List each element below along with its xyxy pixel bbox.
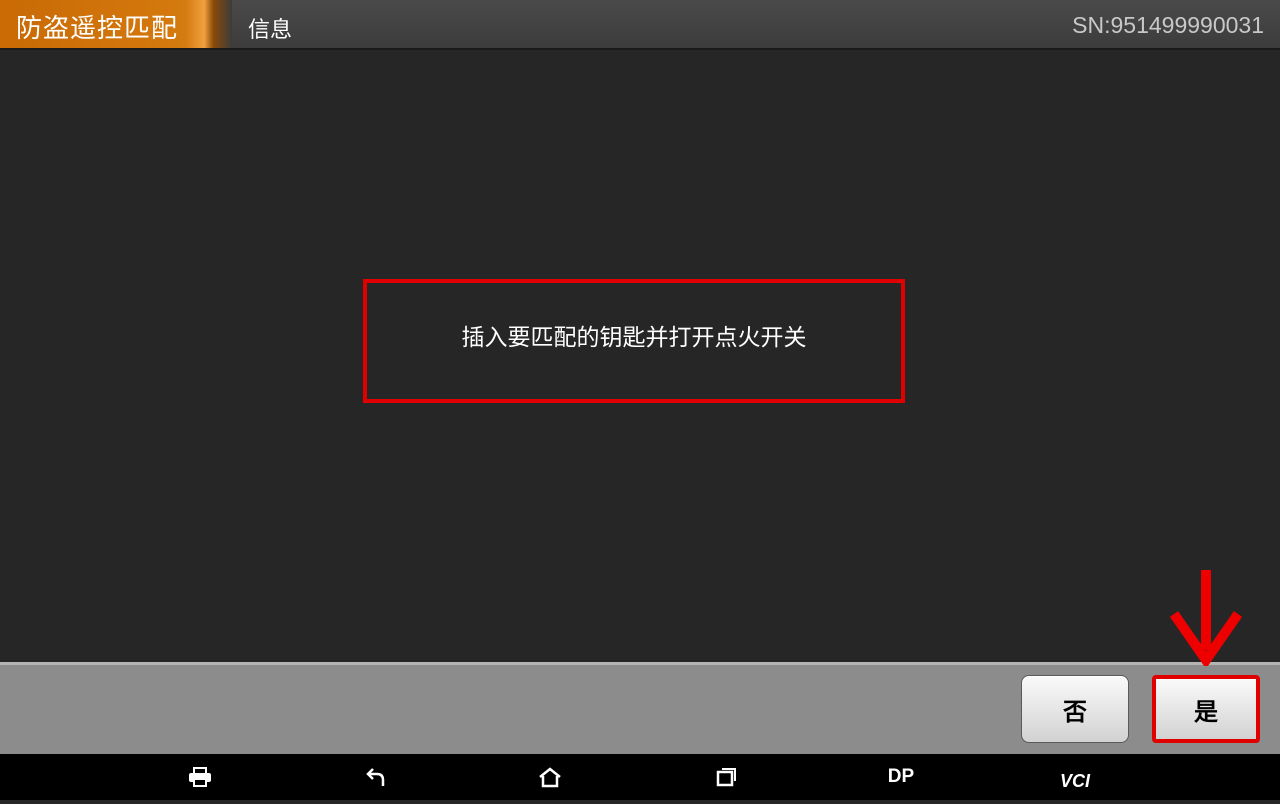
title-tab: 防盗遥控匹配 — [0, 0, 232, 48]
page-title: 防盗遥控匹配 — [16, 14, 179, 44]
down-arrow-icon — [1170, 570, 1242, 666]
no-button[interactable]: 否 — [1021, 675, 1129, 743]
back-icon[interactable] — [346, 754, 406, 800]
dp-button[interactable]: DP — [871, 754, 931, 800]
serial-number: SN:951499990031 — [1072, 12, 1264, 38]
top-bar: 防盗遥控匹配 信息 SN:951499990031 — [0, 0, 1280, 50]
system-nav-bar: DP VCI — [0, 754, 1280, 800]
message-box: 插入要匹配的钥匙并打开点火开关 — [363, 279, 905, 403]
yes-button[interactable]: 是 — [1152, 675, 1260, 743]
message-text: 插入要匹配的钥匙并打开点火开关 — [461, 325, 807, 351]
printer-icon[interactable] — [170, 754, 230, 800]
action-bar: 否 是 — [0, 662, 1280, 754]
recent-apps-icon[interactable] — [696, 754, 756, 800]
home-icon[interactable] — [520, 754, 580, 800]
dialog-subtitle: 信息 — [248, 18, 293, 43]
vci-button[interactable]: VCI — [1045, 758, 1105, 804]
message-area: 插入要匹配的钥匙并打开点火开关 — [0, 50, 1280, 662]
